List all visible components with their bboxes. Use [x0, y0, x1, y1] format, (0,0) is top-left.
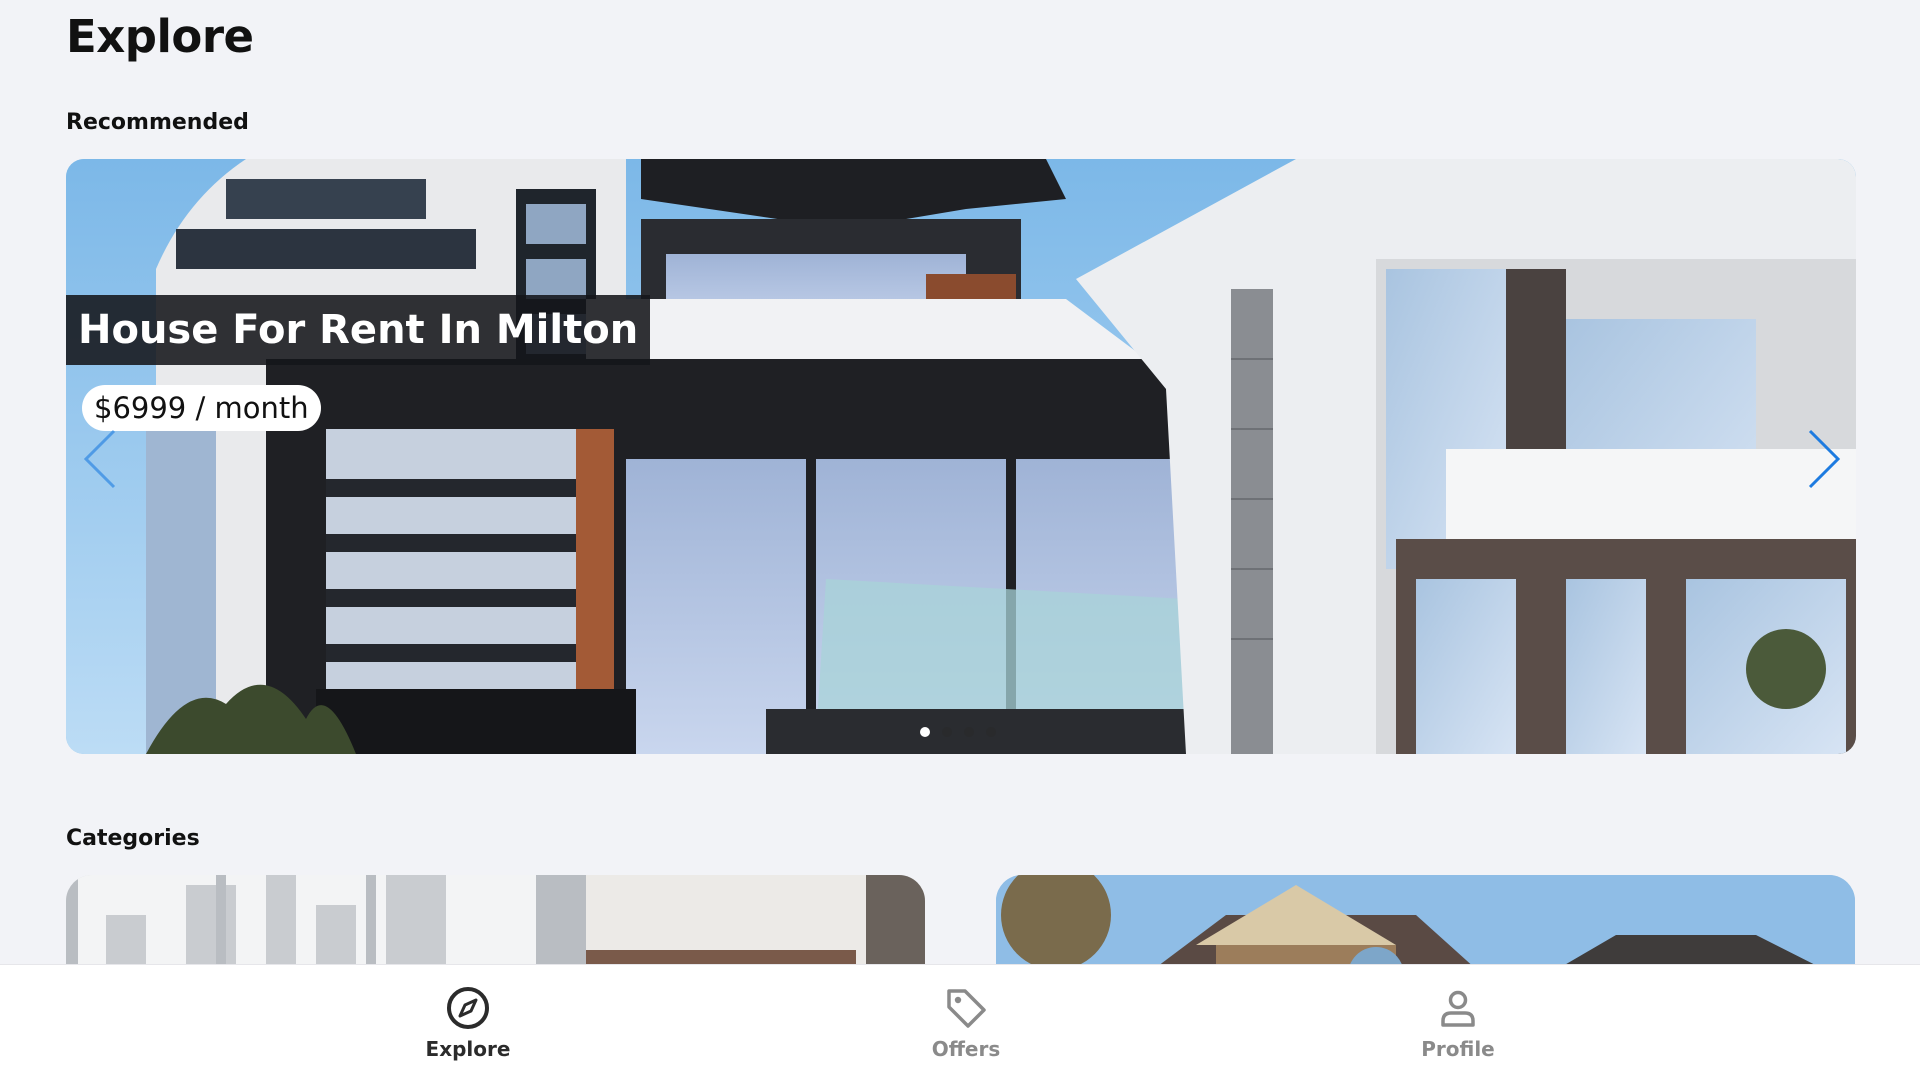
carousel-prev-button[interactable]: [80, 427, 120, 491]
chevron-left-icon: [83, 429, 116, 489]
nav-label-profile: Profile: [1421, 1037, 1495, 1061]
bottom-navigation: Explore Offers Profile: [0, 964, 1920, 1080]
price-badge: $6999 / month: [82, 385, 321, 431]
nav-item-profile[interactable]: Profile: [1388, 985, 1528, 1061]
tag-icon: [947, 989, 986, 1028]
carousel-dot[interactable]: [986, 727, 996, 737]
user-icon: [1441, 990, 1475, 1027]
nav-label-offers: Offers: [931, 1037, 1001, 1061]
carousel-dot[interactable]: [942, 727, 952, 737]
carousel-next-button[interactable]: [1804, 427, 1844, 491]
recommended-carousel[interactable]: House For Rent In Milton $6999 / month: [66, 159, 1856, 754]
nav-item-offers[interactable]: Offers: [896, 985, 1036, 1061]
carousel-dot[interactable]: [920, 727, 930, 737]
listing-photo: [66, 159, 1856, 754]
categories-heading: Categories: [66, 826, 200, 851]
nav-item-explore[interactable]: Explore: [398, 985, 538, 1061]
explore-screen: Explore Recommended House For Rent In Mi…: [0, 0, 1920, 1080]
nav-label-explore: Explore: [425, 1037, 511, 1061]
chevron-right-icon: [1808, 429, 1841, 489]
carousel-dot[interactable]: [964, 727, 974, 737]
listing-title[interactable]: House For Rent In Milton: [66, 295, 651, 365]
page-title: Explore: [66, 10, 254, 63]
recommended-heading: Recommended: [66, 110, 249, 135]
carousel-pagination: [920, 727, 996, 737]
compass-icon: [447, 987, 489, 1029]
